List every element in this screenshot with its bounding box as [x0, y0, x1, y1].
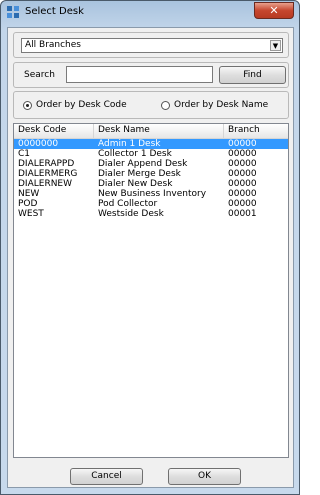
desk-name-cell: Dialer Merge Desk: [98, 169, 181, 179]
desk-code-cell: POD: [18, 199, 38, 209]
table-row[interactable]: DIALERNEW Dialer New Desk 00000: [14, 179, 288, 189]
window-title: Select Desk: [25, 6, 84, 17]
desk-name-cell: Admin 1 Desk: [98, 139, 161, 149]
order-by-code-radio[interactable]: [23, 100, 32, 110]
desk-code-cell: DIALERMERG: [18, 169, 78, 179]
table-row[interactable]: WEST Westside Desk 00001: [14, 209, 288, 219]
ok-button[interactable]: OK: [168, 468, 241, 485]
column-header-desk-name[interactable]: Desk Name: [94, 124, 224, 138]
order-by-name-option[interactable]: Order by Desk Name: [161, 100, 268, 110]
desk-code-cell: 0000000: [18, 139, 59, 149]
table-row[interactable]: DIALERAPPD Dialer Append Desk 00000: [14, 159, 288, 169]
order-by-name-radio[interactable]: [161, 100, 170, 110]
branch-cell: 00000: [228, 179, 257, 189]
order-by-code-label: Order by Desk Code: [36, 100, 127, 110]
title-bar[interactable]: Select Desk ✕: [1, 1, 299, 23]
desk-name-cell: New Business Inventory: [98, 189, 207, 199]
branch-select-value: All Branches: [25, 40, 81, 50]
list-header: Desk Code Desk Name Branch: [14, 124, 288, 139]
search-input[interactable]: [66, 66, 213, 83]
close-button[interactable]: ✕: [254, 2, 294, 19]
branch-cell: 00000: [228, 189, 257, 199]
desk-code-cell: C1: [18, 149, 31, 159]
branch-cell: 00000: [228, 169, 257, 179]
dialog-body: All Branches ▼ Search Find Order by Desk…: [7, 27, 294, 488]
branch-cell: 00000: [228, 159, 257, 169]
column-header-branch[interactable]: Branch: [224, 124, 288, 138]
branch-cell: 00000: [228, 149, 257, 159]
desk-name-cell: Westside Desk: [98, 209, 164, 219]
branch-select[interactable]: All Branches ▼: [21, 38, 283, 53]
column-header-desk-code[interactable]: Desk Code: [14, 124, 94, 138]
cancel-button[interactable]: Cancel: [70, 468, 143, 485]
table-row[interactable]: C1 Collector 1 Desk 00000: [14, 149, 288, 159]
desk-list[interactable]: Desk Code Desk Name Branch 0000000 Admin…: [13, 123, 289, 458]
desk-name-cell: Dialer New Desk: [98, 179, 173, 189]
branch-cell: 00000: [228, 139, 257, 149]
order-by-code-option[interactable]: Order by Desk Code: [23, 100, 127, 110]
select-desk-dialog: Select Desk ✕ All Branches ▼ Search Find…: [0, 0, 300, 495]
table-row[interactable]: 0000000 Admin 1 Desk 00000: [14, 139, 288, 149]
find-button[interactable]: Find: [219, 66, 286, 84]
order-by-name-label: Order by Desk Name: [174, 100, 269, 110]
search-group: Search Find: [13, 62, 289, 88]
desk-code-cell: DIALERNEW: [18, 179, 73, 189]
close-icon: ✕: [269, 4, 279, 17]
desk-code-cell: DIALERAPPD: [18, 159, 75, 169]
branch-cell: 00000: [228, 199, 257, 209]
table-row[interactable]: NEW New Business Inventory 00000: [14, 189, 288, 199]
order-group: Order by Desk Code Order by Desk Name: [13, 91, 289, 119]
desk-name-cell: Dialer Append Desk: [98, 159, 188, 169]
desk-code-cell: NEW: [18, 189, 40, 199]
app-icon: [7, 6, 19, 18]
branch-group: All Branches ▼: [13, 32, 289, 58]
desk-name-cell: Collector 1 Desk: [98, 149, 172, 159]
desk-name-cell: Pod Collector: [98, 199, 158, 209]
table-row[interactable]: POD Pod Collector 00000: [14, 199, 288, 209]
search-label: Search: [24, 70, 55, 80]
table-row[interactable]: DIALERMERG Dialer Merge Desk 00000: [14, 169, 288, 179]
branch-cell: 00001: [228, 209, 257, 219]
chevron-down-icon[interactable]: ▼: [270, 40, 281, 51]
desk-code-cell: WEST: [18, 209, 44, 219]
